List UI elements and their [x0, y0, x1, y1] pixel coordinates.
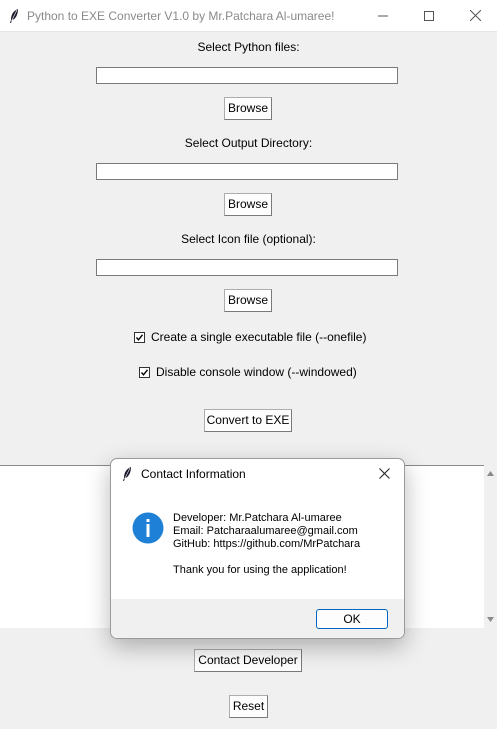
windowed-label: Disable console window (--windowed) — [156, 365, 357, 379]
dialog-footer: OK — [111, 599, 404, 638]
window-title: Python to EXE Converter V1.0 by Mr.Patch… — [27, 9, 335, 23]
feather-icon — [121, 466, 133, 482]
scroll-up-icon[interactable] — [486, 469, 495, 478]
thanks-message: Thank you for using the application! — [173, 564, 347, 576]
onefile-label: Create a single executable file (--onefi… — [151, 330, 367, 344]
github-line: GitHub: https://github.com/MrPatchara — [173, 538, 361, 550]
dialog-close-button[interactable] — [364, 459, 404, 487]
maximize-button[interactable] — [406, 0, 452, 31]
icon-file-input[interactable] — [96, 259, 398, 276]
email-line: Email: Patcharaalumaree@gmail.com — [173, 525, 358, 537]
ok-button[interactable]: OK — [316, 609, 388, 629]
output-scrollbar[interactable] — [484, 465, 497, 628]
checkbox-checked-icon[interactable] — [139, 366, 150, 378]
contact-developer-button[interactable]: Contact Developer — [194, 649, 302, 672]
browse-output-button[interactable]: Browse — [224, 193, 272, 216]
minimize-button[interactable] — [360, 0, 406, 31]
output-directory-label: Select Output Directory: — [184, 136, 313, 150]
title-bar[interactable]: Python to EXE Converter V1.0 by Mr.Patch… — [0, 0, 497, 32]
dialog-title: Contact Information — [141, 467, 246, 481]
convert-to-exe-button[interactable]: Convert to EXE — [204, 409, 292, 432]
developer-line: Developer: Mr.Patchara Al-umaree — [173, 512, 342, 524]
contact-dialog[interactable]: Contact Information Developer: Mr.Patcha… — [110, 458, 405, 639]
python-files-label: Select Python files: — [197, 40, 300, 54]
info-icon — [132, 512, 164, 544]
close-button[interactable] — [452, 0, 497, 31]
feather-icon — [8, 8, 20, 24]
windowed-checkbox[interactable]: Disable console window (--windowed) — [139, 365, 357, 379]
output-directory-input[interactable] — [96, 163, 398, 180]
dialog-message: Developer: Mr.Patchara Al-umaree Email: … — [173, 512, 360, 551]
onefile-checkbox[interactable]: Create a single executable file (--onefi… — [134, 330, 366, 344]
python-files-input[interactable] — [96, 67, 398, 84]
icon-file-label: Select Icon file (optional): — [181, 232, 316, 246]
browse-icon-button[interactable]: Browse — [224, 289, 272, 312]
close-icon[interactable] — [378, 467, 390, 479]
reset-button[interactable]: Reset — [229, 695, 268, 718]
checkbox-checked-icon[interactable] — [134, 331, 145, 343]
scroll-down-icon[interactable] — [486, 615, 495, 624]
browse-python-button[interactable]: Browse — [224, 97, 272, 120]
